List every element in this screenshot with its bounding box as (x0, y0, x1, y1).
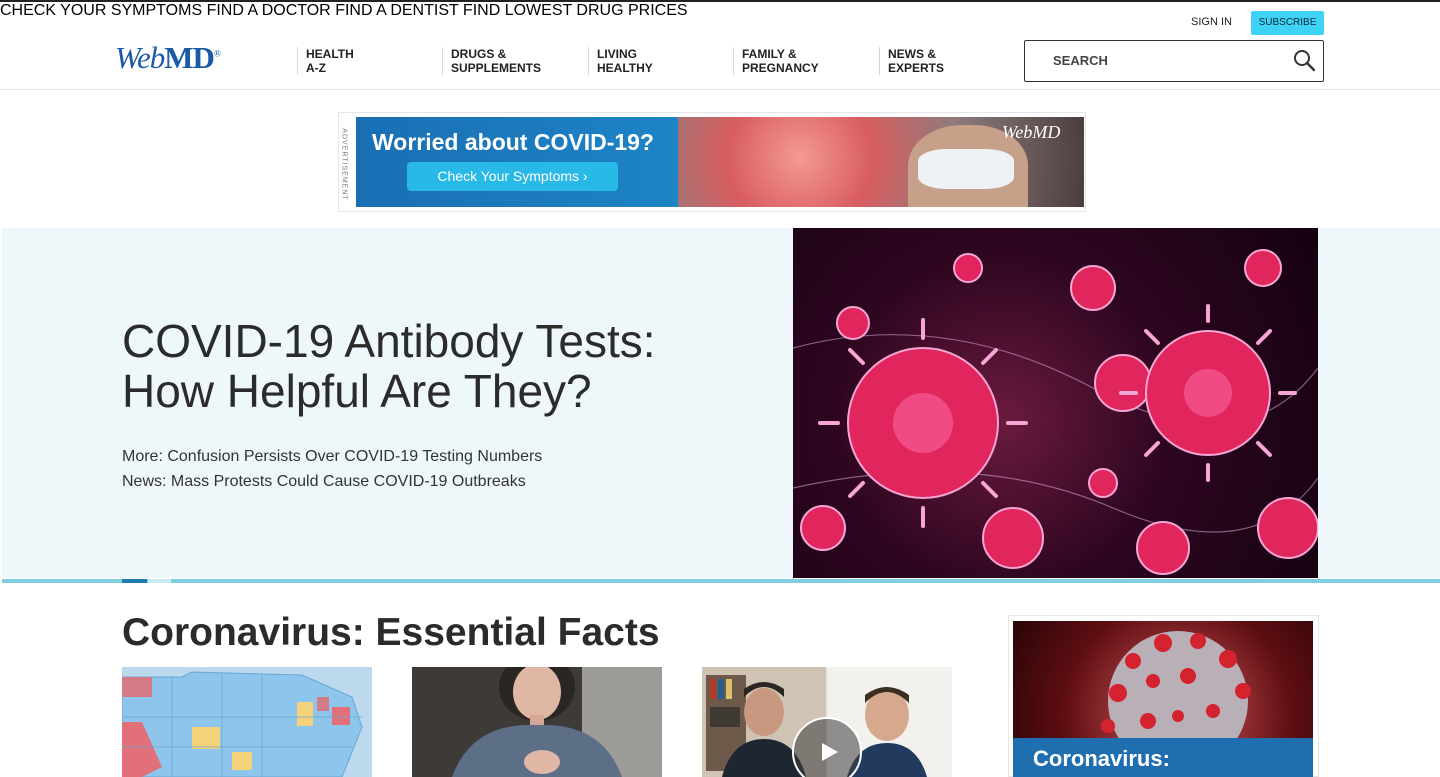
ad-text-panel: Worried about COVID-19? Check Your Sympt… (356, 117, 678, 207)
card-woman-coughing[interactable] (412, 667, 662, 777)
woman-coughing-image (412, 667, 662, 777)
nav-line1: NEWS & (888, 47, 936, 61)
ad-brand-logo: WebMD (1002, 122, 1061, 142)
subscribe-button[interactable]: SUBSCRIBE (1251, 11, 1324, 35)
nav-line2: PREGNANCY (742, 61, 819, 75)
ad-label-text: ADVERTISEMENT (340, 128, 348, 201)
side-ad-coronavirus[interactable]: Coronavirus: (1013, 621, 1313, 777)
covid-ad-banner[interactable]: Worried about COVID-19? Check Your Sympt… (356, 117, 1084, 207)
webmd-logo[interactable]: WebMD® (115, 40, 221, 76)
nav-line1: FAMILY & (742, 47, 797, 61)
side-ad-band: Coronavirus: (1013, 738, 1313, 777)
ad-button-label: Check Your Symptoms (437, 168, 580, 184)
carousel-indicator-active[interactable] (122, 579, 147, 583)
chevron-right-icon: › (582, 168, 588, 184)
nav-health-az[interactable]: HEALTH A-Z (297, 47, 354, 75)
nav-living-healthy[interactable]: LIVING HEALTHY (588, 47, 653, 75)
nav-news-experts[interactable]: NEWS & EXPERTS (879, 47, 944, 75)
hero-image-coronavirus[interactable] (793, 228, 1318, 578)
section-title: Coronavirus: Essential Facts (122, 611, 660, 654)
nav-family-pregnancy[interactable]: FAMILY & PREGNANCY (733, 47, 819, 75)
hero-title[interactable]: COVID-19 Antibody Tests: How Helpful Are… (122, 316, 742, 416)
carousel-track (2, 579, 1440, 583)
find-doctor-link[interactable]: FIND A DOCTOR (207, 2, 331, 19)
nav-line2: A-Z (306, 61, 326, 75)
search-icon[interactable] (1293, 49, 1315, 71)
play-icon[interactable] (818, 741, 840, 763)
us-map-image (122, 667, 372, 777)
check-symptoms-link[interactable]: CHECK YOUR SYMPTOMS (0, 2, 202, 19)
search-input[interactable] (1053, 53, 1283, 68)
find-dentist-link[interactable]: FIND A DENTIST (335, 2, 458, 19)
nav-line1: LIVING (597, 47, 638, 61)
nav-line1: HEALTH (306, 47, 354, 61)
check-symptoms-ad-button[interactable]: Check Your Symptoms › (407, 162, 618, 191)
site-header: CHECK YOUR SYMPTOMS FIND A DOCTOR FIND A… (0, 2, 1440, 90)
ad-face-mask (918, 149, 1014, 189)
nav-line2: EXPERTS (888, 61, 945, 75)
side-ad-virus-image (1101, 631, 1251, 771)
carousel-indicator[interactable] (148, 579, 171, 583)
card-us-map[interactable] (122, 667, 372, 777)
nav-line2: SUPPLEMENTS (451, 61, 542, 75)
search-box (1024, 40, 1324, 82)
logo-md: MD (164, 40, 215, 75)
side-ad-headline: Coronavirus: (1033, 746, 1170, 771)
nav-line1: DRUGS & (451, 47, 507, 61)
sign-in-link[interactable]: SIGN IN (1191, 16, 1232, 28)
card-video-interview[interactable] (702, 667, 952, 777)
nav-line2: HEALTHY (597, 61, 653, 75)
hero-link-more[interactable]: More: Confusion Persists Over COVID-19 T… (122, 448, 542, 466)
ad-label: ADVERTISEMENT (341, 126, 351, 206)
find-drug-prices-link[interactable]: FIND LOWEST DRUG PRICES (463, 2, 688, 19)
hero-link-news[interactable]: News: Mass Protests Could Cause COVID-19… (122, 473, 526, 491)
logo-web: Web (115, 40, 165, 75)
logo-reg: ® (213, 48, 221, 59)
virus-illustration (793, 249, 1318, 575)
ad-headline: Worried about COVID-19? (372, 129, 654, 155)
nav-drugs-supplements[interactable]: DRUGS & SUPPLEMENTS (442, 47, 541, 75)
